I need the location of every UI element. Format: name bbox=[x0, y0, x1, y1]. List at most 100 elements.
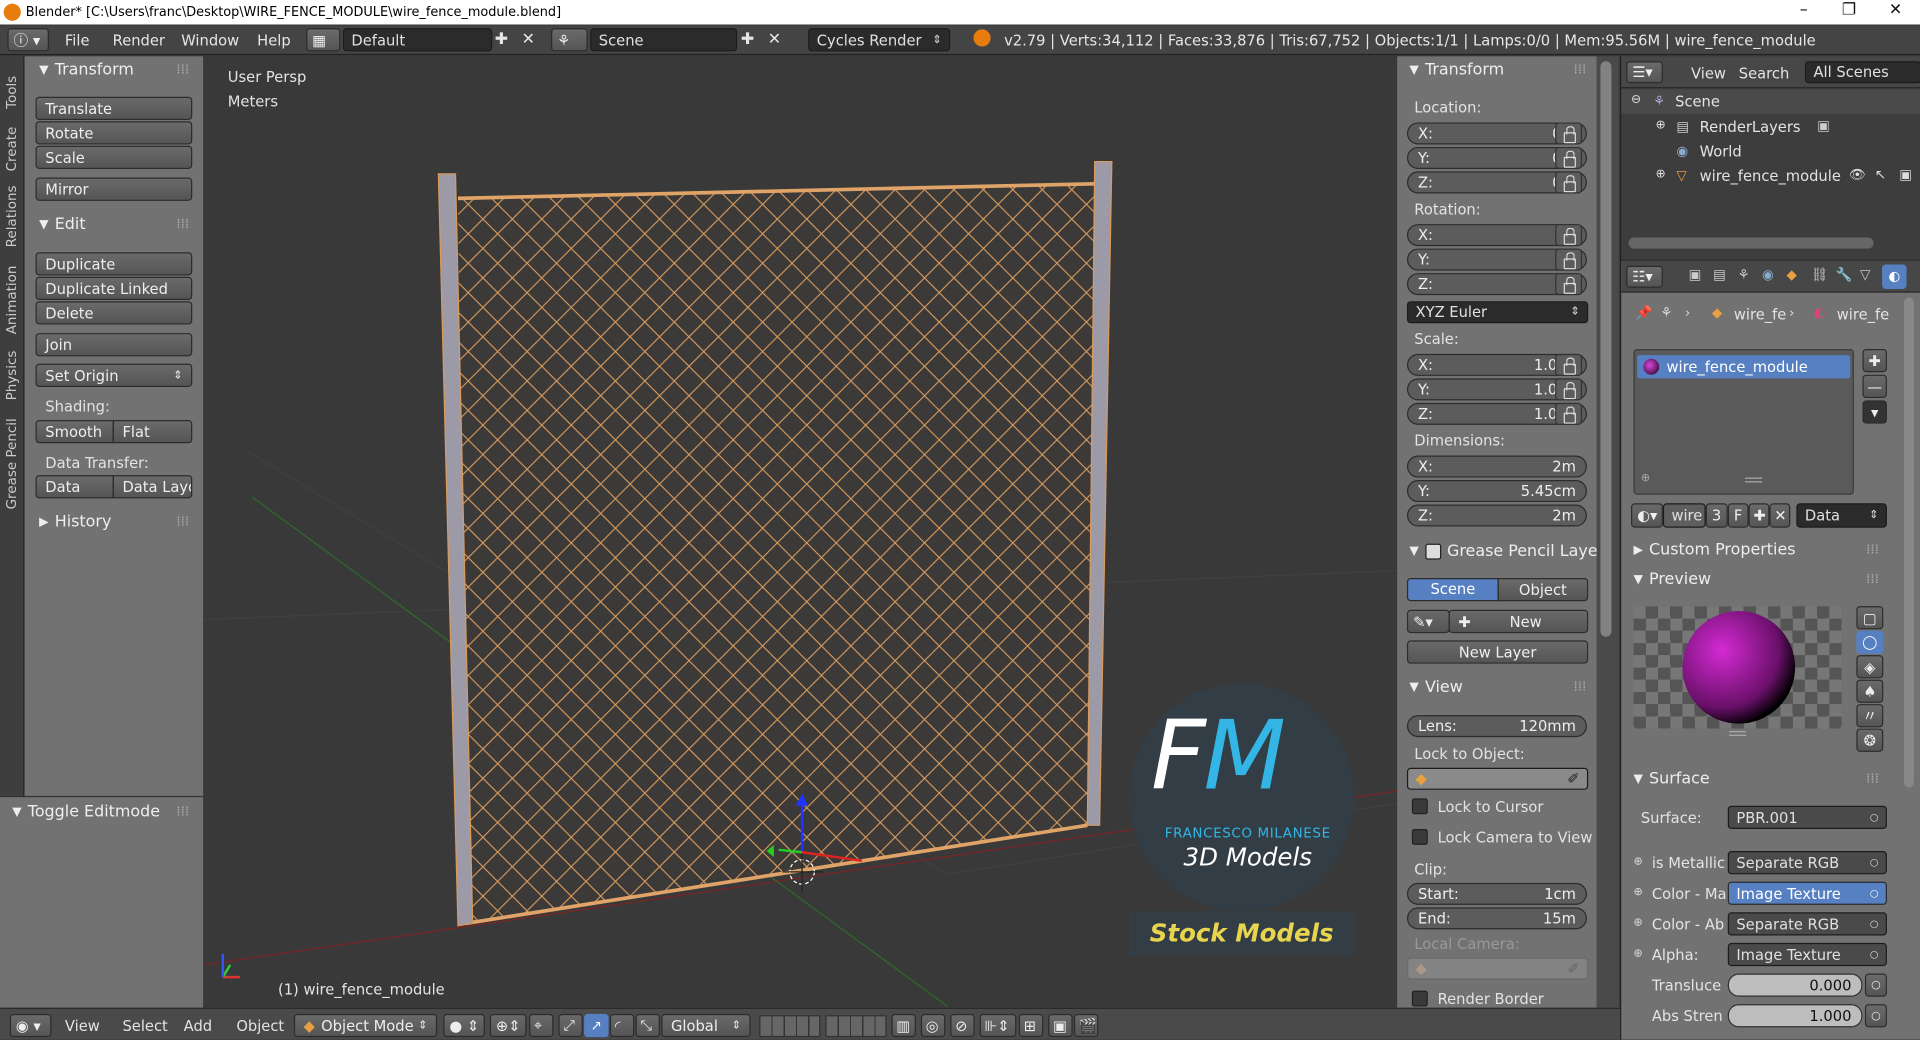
material-users-count[interactable]: 3 bbox=[1705, 503, 1728, 528]
duplicate-linked-button[interactable]: Duplicate Linked bbox=[35, 276, 193, 301]
tab-relations[interactable]: Relations bbox=[4, 181, 21, 252]
outliner-view-menu[interactable]: View bbox=[1691, 65, 1726, 82]
minimize-button[interactable]: – bbox=[1782, 0, 1826, 24]
preview-header[interactable]: ▼ Preview bbox=[1633, 571, 1711, 589]
preview-resize-grip-icon[interactable] bbox=[1728, 731, 1747, 736]
world-tab-icon[interactable]: ◉ bbox=[1762, 267, 1774, 283]
proportional-edit-icon[interactable]: ◎ bbox=[920, 1013, 946, 1038]
mirror-button[interactable]: Mirror bbox=[35, 177, 193, 201]
opengl-animation-icon[interactable]: 🎬 bbox=[1073, 1013, 1099, 1038]
menu-select[interactable]: Select bbox=[122, 1018, 167, 1035]
set-origin-select[interactable]: Set Origin ⇕ bbox=[35, 363, 193, 387]
layer-buttons-a[interactable] bbox=[759, 1015, 821, 1038]
lock-icon[interactable] bbox=[1555, 402, 1583, 425]
tab-animation[interactable]: Animation bbox=[4, 257, 21, 343]
view-header[interactable]: ▼ View bbox=[1409, 678, 1462, 696]
eyedropper-icon[interactable]: ✐ bbox=[1567, 770, 1579, 787]
translate-manipulator-icon[interactable]: ⤢ bbox=[558, 1013, 583, 1038]
translate-button[interactable]: Translate bbox=[35, 96, 193, 121]
transform-orientation-select[interactable]: Global ⇕ bbox=[661, 1013, 751, 1038]
edit-panel-header[interactable]: ▼ Edit bbox=[39, 216, 85, 234]
render-tab-icon[interactable]: ▣ bbox=[1689, 267, 1702, 283]
preview-sphere-icon[interactable]: ◯ bbox=[1856, 630, 1884, 654]
flat-button[interactable]: Flat bbox=[112, 420, 193, 444]
material-name-field[interactable]: wire bbox=[1662, 503, 1706, 528]
outliner-row-renderlayers[interactable]: ⊕ ▤ RenderLayers ▣ bbox=[1621, 115, 1920, 139]
data-layout-button[interactable]: Data Layo bbox=[112, 475, 193, 499]
tab-tools[interactable]: Tools bbox=[4, 66, 21, 117]
tab-physics[interactable]: Physics bbox=[4, 347, 21, 406]
outliner-editor-icon[interactable]: ☰▾ bbox=[1626, 61, 1663, 84]
panel-drag-icon[interactable]: ⁞⁞⁞ bbox=[1866, 571, 1879, 587]
scene-selector-icon[interactable]: ⚘ bbox=[551, 28, 588, 52]
preview-hair-icon[interactable]: 〃 bbox=[1856, 704, 1884, 728]
panel-drag-icon[interactable]: ⁞⁞⁞ bbox=[176, 61, 189, 77]
outliner-search-menu[interactable]: Search bbox=[1739, 65, 1789, 82]
panel-drag-icon[interactable]: ⁞⁞⁞ bbox=[1866, 770, 1879, 786]
outliner-row-object[interactable]: ⊕ ▽ wire_fence_module 👁 ↖ ▣ bbox=[1621, 164, 1920, 188]
smooth-button[interactable]: Smooth bbox=[35, 420, 114, 444]
dimension-y-field[interactable]: Y: 5.45cm bbox=[1406, 480, 1587, 503]
manipulator-toggle-icon[interactable]: ⌖ bbox=[528, 1013, 554, 1038]
maximize-button[interactable]: ❐ bbox=[1827, 0, 1871, 24]
rotate-button[interactable]: Rotate bbox=[35, 121, 193, 145]
close-button[interactable]: ✕ bbox=[1873, 0, 1917, 24]
panel-drag-icon[interactable]: ⁞⁞⁞ bbox=[1866, 541, 1879, 557]
render-layer-toggle-icon[interactable]: ▣ bbox=[1817, 118, 1830, 134]
data-tab-icon[interactable]: ▽ bbox=[1860, 267, 1870, 283]
grease-pencil-checkbox[interactable] bbox=[1424, 543, 1441, 560]
translucent-slider[interactable]: 0.000 bbox=[1727, 973, 1863, 997]
panel-drag-icon[interactable]: ⁞⁞⁞ bbox=[176, 803, 189, 819]
surface-shader-select[interactable]: PBR.001 ○ bbox=[1727, 805, 1887, 829]
tab-create[interactable]: Create bbox=[4, 120, 21, 179]
panel-drag-icon[interactable]: ⁞⁞⁞ bbox=[176, 216, 189, 232]
data-transfer-button[interactable]: Data bbox=[35, 475, 114, 499]
node-expand-icon[interactable]: ⊕ bbox=[1633, 887, 1642, 899]
node-expand-icon[interactable]: ⊕ bbox=[1633, 917, 1642, 929]
rotation-mode-select[interactable]: XYZ Euler ⇕ bbox=[1406, 301, 1589, 324]
properties-scrollbar[interactable] bbox=[1904, 297, 1914, 788]
visibility-eye-icon[interactable]: 👁 bbox=[1849, 167, 1866, 183]
pivot-point-icon[interactable]: ⊕⇕ bbox=[489, 1013, 527, 1038]
gp-object-toggle[interactable]: Object bbox=[1497, 577, 1589, 602]
properties-editor-icon[interactable]: ☷▾ bbox=[1626, 265, 1663, 288]
modifiers-tab-icon[interactable]: 🔧 bbox=[1836, 267, 1853, 283]
gp-new-button[interactable]: ✚ New bbox=[1448, 609, 1589, 634]
custom-properties-header[interactable]: ▶ Custom Properties bbox=[1633, 541, 1795, 559]
material-tab-icon[interactable]: ◐ bbox=[1882, 264, 1907, 289]
layers-tab-icon[interactable]: ▤ bbox=[1713, 267, 1726, 283]
breadcrumb-material[interactable]: wire_fe bbox=[1837, 306, 1889, 323]
scene-field[interactable]: Scene bbox=[590, 28, 738, 52]
remove-slot-minus-icon[interactable]: — bbox=[1862, 374, 1887, 398]
lock-icon[interactable] bbox=[1555, 248, 1583, 271]
remove-layout-icon[interactable]: ✕ bbox=[522, 31, 535, 49]
pencil-icon[interactable]: ✎▾ bbox=[1406, 609, 1450, 634]
3d-view-editor-icon[interactable]: ◉ ▾ bbox=[9, 1013, 52, 1038]
lock-icon[interactable] bbox=[1555, 273, 1583, 296]
surface-header[interactable]: ▼ Surface bbox=[1633, 770, 1709, 788]
sidebar-scrollbar[interactable] bbox=[1600, 61, 1612, 637]
pin-icon[interactable]: 📌 bbox=[1636, 305, 1653, 321]
rotate-manipulator-icon[interactable]: ↗ bbox=[584, 1013, 609, 1038]
snap-toggle-icon[interactable]: ⊘ bbox=[950, 1013, 975, 1038]
panel-drag-icon[interactable]: ⁞⁞⁞ bbox=[1573, 61, 1586, 77]
grease-pencil-header[interactable]: ▼ Grease Pencil Layer bbox=[1409, 542, 1596, 560]
transform-panel-header[interactable]: ▼ Transform bbox=[39, 61, 134, 79]
scene-tab-icon[interactable]: ⚘ bbox=[1738, 267, 1750, 283]
new-material-plus-icon[interactable]: ✚ bbox=[1748, 503, 1770, 528]
collapse-toggle-icon[interactable]: ⊖ bbox=[1631, 93, 1641, 106]
gp-scene-toggle[interactable]: Scene bbox=[1406, 577, 1499, 602]
add-scene-icon[interactable]: ✚ bbox=[741, 31, 754, 49]
panel-drag-icon[interactable]: ⁞⁞⁞ bbox=[176, 513, 189, 529]
clip-end-field[interactable]: End: 15m bbox=[1406, 907, 1587, 930]
lock-icon[interactable] bbox=[1555, 146, 1583, 169]
menu-render[interactable]: Render bbox=[113, 32, 165, 49]
menu-help[interactable]: Help bbox=[257, 32, 291, 49]
menu-add[interactable]: Add bbox=[184, 1018, 212, 1035]
scale-manipulator-icon[interactable]: ◜ bbox=[609, 1013, 635, 1038]
constraints-tab-icon[interactable]: ⛓ bbox=[1811, 267, 1828, 283]
material-slot-row[interactable]: wire_fence_module bbox=[1637, 355, 1851, 379]
dimension-z-field[interactable]: Z: 2m bbox=[1406, 504, 1587, 527]
node-expand-icon[interactable]: ⊕ bbox=[1633, 948, 1642, 960]
selectable-cursor-icon[interactable]: ↖ bbox=[1875, 167, 1886, 183]
